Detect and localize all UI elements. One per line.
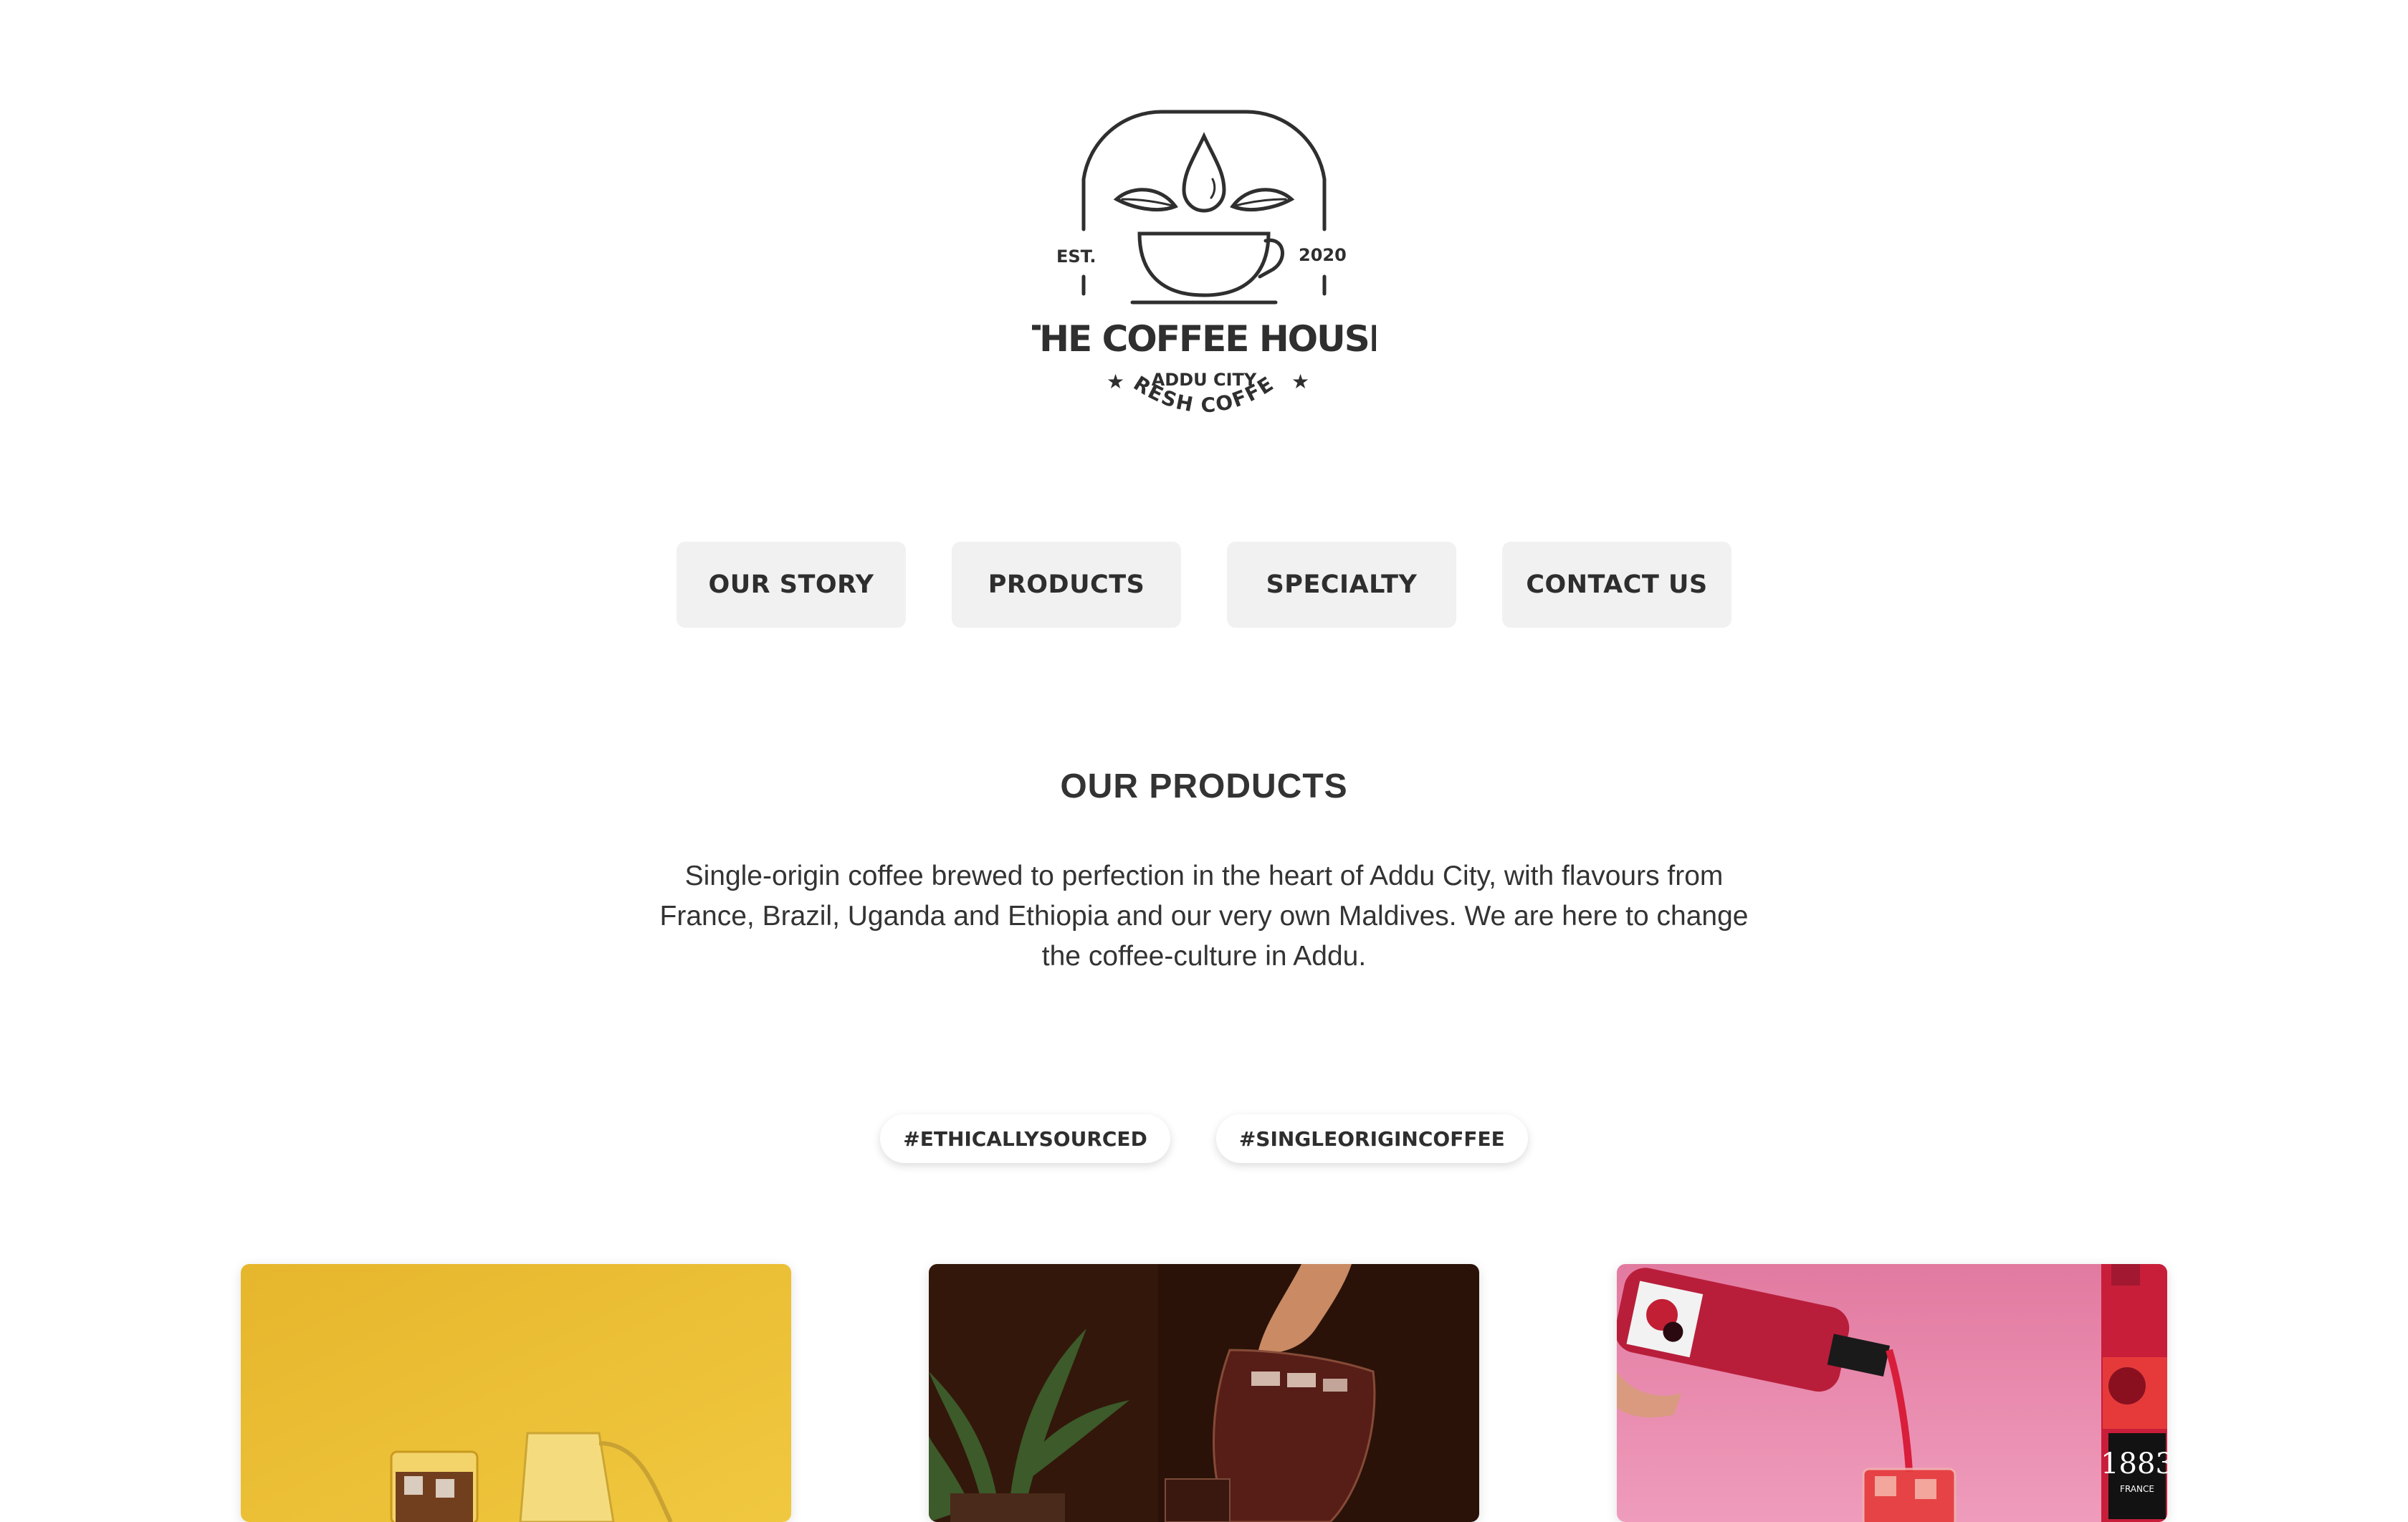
nav-specialty-button[interactable]: SPECIALTY: [1227, 542, 1456, 628]
product-grid: 1883 FRANCE: [241, 1264, 2167, 1522]
star-icon: ★: [1291, 370, 1309, 393]
product-card-syrup[interactable]: 1883 FRANCE: [1617, 1264, 2167, 1522]
syrup-image: 1883 FRANCE: [1617, 1264, 2167, 1522]
hashtag-chip[interactable]: #SINGLEORIGINCOFFEE: [1215, 1114, 1528, 1163]
nav-contact-us-button[interactable]: CONTACT US: [1502, 542, 1731, 628]
logo-year: 2020: [1299, 245, 1347, 265]
drop-icon: [1182, 132, 1226, 213]
product-card-iced-coffee[interactable]: [241, 1264, 791, 1522]
nav-our-story-button[interactable]: OUR STORY: [677, 542, 906, 628]
pour-over-image: [929, 1264, 1479, 1522]
logo-est: EST.: [1056, 247, 1096, 267]
nav-products-button[interactable]: PRODUCTS: [952, 542, 1181, 628]
cup-icon: [1137, 231, 1271, 297]
bottle-brand-label: 1883: [2101, 1447, 2167, 1480]
hashtag-list: #ETHICALLYSOURCED #SINGLEORIGINCOFFEE: [0, 1114, 2408, 1163]
hashtag-chip[interactable]: #ETHICALLYSOURCED: [880, 1114, 1170, 1163]
main-nav: OUR STORY PRODUCTS SPECIALTY CONTACT US: [0, 542, 2408, 628]
section-title: OUR PRODUCTS: [1060, 767, 1348, 805]
logo-name: THE COFFEE HOUSE: [1032, 318, 1376, 360]
brand-logo[interactable]: EST. 2020 THE COFFEE HOUSE ADDU CITY ★ ★…: [1016, 82, 1393, 437]
iced-coffee-image: [241, 1264, 791, 1522]
star-icon: ★: [1107, 370, 1124, 393]
product-card-pour-over[interactable]: [929, 1264, 1479, 1522]
section-description: Single-origin coffee brewed to perfectio…: [659, 861, 1749, 972]
bottle-origin-label: FRANCE: [2120, 1484, 2154, 1494]
